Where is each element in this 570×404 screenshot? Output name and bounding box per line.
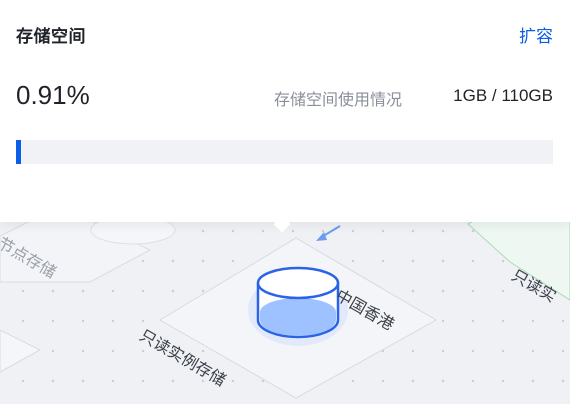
usage-percent: 0.91% (16, 80, 90, 110)
left-edge-tile (0, 329, 42, 373)
panel-title: 存储空间 (16, 27, 86, 47)
usage-progress-fill (16, 140, 21, 164)
usage-value: 1GB / 110GB (453, 86, 553, 105)
usage-label: 存储空间使用情况 (274, 90, 403, 109)
database-cylinder-top (256, 266, 340, 300)
usage-progress-bar (16, 140, 553, 164)
database-cylinder-fill (260, 298, 336, 336)
arrow-head-icon (316, 232, 327, 241)
storage-panel: 存储空间 扩容 0.91% 存储空间使用情况 1GB / 110GB (0, 0, 570, 222)
expand-button[interactable]: 扩容 (519, 22, 553, 47)
